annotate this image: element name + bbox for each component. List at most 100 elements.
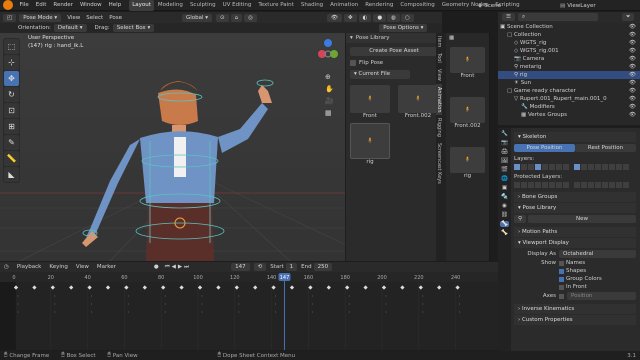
show-shapes-row[interactable]: Shapes [559,268,636,274]
flip-pose-checkbox[interactable]: Flip Pose [350,60,438,66]
layer-toggle[interactable] [514,164,520,170]
visibility-eye-icon[interactable]: 👁 [629,79,636,87]
layer-toggle[interactable] [563,182,569,188]
rotate-tool-icon[interactable]: ↻ [4,87,19,102]
keyframe-diamond[interactable] [69,285,74,290]
move-tool-icon[interactable]: ✥ [4,71,19,86]
outliner-search-icon[interactable]: ⌕ [518,13,598,21]
relax-pose-tool-icon[interactable]: ◣ [4,167,19,182]
snap-icon[interactable]: ⌂ [230,13,243,22]
sidebar-tab-animation[interactable]: Animation [436,83,442,116]
bone-groups-panel-header[interactable]: › Bone Groups [514,192,636,202]
inverse-kinematics-panel-header[interactable]: › Inverse Kinematics [514,304,636,314]
keyframe-diamond[interactable] [289,285,295,290]
workspace-tab-uv-editing[interactable]: UV Editing [219,0,255,11]
visibility-eye-icon[interactable]: 👁 [629,87,636,95]
end-frame-field[interactable]: 250 [313,263,333,271]
outliner-row[interactable]: ▽ Rupert.001_Rupert_main.001_0 👁 [498,95,640,103]
sidebar-tab-view[interactable]: View [436,66,442,84]
keyframe-diamond[interactable] [253,285,258,290]
pose-menu[interactable]: Pose [109,15,122,21]
workspace-tab-shading[interactable]: Shading [297,0,326,11]
view-menu[interactable]: View [67,15,80,21]
visibility-eye-icon[interactable]: 👁 [629,71,636,79]
in-front-row[interactable]: In Front [559,284,636,290]
layer-toggle[interactable] [563,164,569,170]
asset-strip-item[interactable]: 🧍 Front.002 [450,97,485,129]
world-tab-icon[interactable]: 🌐 [501,176,508,182]
rest-position-button[interactable]: Rest Position [575,144,636,152]
shading-material-icon[interactable]: ◍ [387,13,400,22]
layer-toggle[interactable] [602,182,608,188]
workspace-tab-texture-paint[interactable]: Texture Paint [255,0,298,11]
outliner-row[interactable]: ▦ Vertex Groups 👁 [498,111,640,119]
layer-toggle[interactable] [574,164,580,170]
current-frame-field[interactable]: 147 [231,263,250,271]
editor-type-button[interactable]: ◰ [3,13,17,22]
mode-select[interactable]: Pose Mode ▾ [19,13,62,22]
view-layer-selector[interactable]: ▤ ViewLayer [560,0,596,11]
layer-toggle[interactable] [556,164,562,170]
workspace-tab-rendering[interactable]: Rendering [362,0,397,11]
outliner-row[interactable]: ◇ WGTS_rig 👁 [498,39,640,47]
visibility-eye-icon[interactable]: 👁 [629,39,636,47]
layer-toggle[interactable] [542,164,548,170]
keyframe-diamond[interactable] [326,285,331,290]
modifier-tab-icon[interactable]: 🔩 [501,194,508,200]
view-layer-tab-icon[interactable]: 🖼 [501,158,508,164]
measure-tool-icon[interactable]: 📏 [4,151,19,166]
layer-toggle[interactable] [588,164,594,170]
pose-library-header[interactable]: ▾ Pose Library [346,33,442,43]
camera-view-icon[interactable]: 🎥 [325,95,334,107]
keyframe-diamond[interactable] [105,285,111,290]
zoom-icon[interactable]: ⊕ [325,71,334,83]
tool-tab-icon[interactable]: 🔧 [501,131,508,137]
axes-position-field[interactable]: Position [567,292,636,300]
asset-rig[interactable]: 🧍 rig [350,123,390,165]
asset-strip-item[interactable]: 🧍 rig [450,147,485,179]
pose-options-button[interactable]: Pose Options ▾ [379,24,428,32]
sidebar-tab-rigging[interactable]: Rigging [436,115,442,140]
visibility-eye-icon[interactable]: 👁 [629,103,636,111]
start-frame-field[interactable]: 1 [285,263,298,271]
layer-toggle[interactable] [549,164,555,170]
cursor-tool-icon[interactable]: ⊹ [4,55,19,70]
layers-grid[interactable] [514,164,636,170]
layer-toggle[interactable] [574,182,580,188]
visibility-eye-icon[interactable]: 👁 [629,55,636,63]
visibility-eye-icon[interactable]: 👁 [629,111,636,119]
keyframe-diamond[interactable] [234,285,239,290]
gizmo-icon[interactable]: ✥ [343,13,357,22]
display-as-select[interactable]: Octahedral [559,250,636,258]
outliner-row[interactable]: ⚲ metarig 👁 [498,63,640,71]
bone-tab-icon[interactable]: 🦴 [501,230,508,236]
playback-controls[interactable]: ⏮◀▶⏭ [165,264,191,271]
physics-tab-icon[interactable]: ◉ [502,203,507,209]
keyframe-diamond[interactable] [381,285,387,290]
layer-toggle[interactable] [528,164,534,170]
keyframe-diamond[interactable] [400,285,405,290]
keyframe-diamond[interactable] [161,285,166,290]
layer-toggle[interactable] [528,182,534,188]
visibility-eye-icon[interactable]: 👁 [629,23,636,31]
keyframe-diamond[interactable] [32,285,37,290]
workspace-tab-animation[interactable]: Animation [327,0,362,11]
workspace-tab-sculpting[interactable]: Sculpting [186,0,219,11]
outliner-row[interactable]: ▣ Scene Collection 👁 [498,23,640,31]
view-menu-timeline[interactable]: View [76,264,89,270]
new-action-button[interactable]: New [528,215,636,223]
sidebar-tab-tool[interactable]: Tool [436,50,442,66]
layer-toggle[interactable] [623,182,629,188]
layer-toggle[interactable] [535,182,541,188]
keyframe-diamond[interactable] [418,285,423,290]
drag-select[interactable]: Select Box ▾ [112,24,155,32]
keyframe-diamond[interactable] [197,285,203,290]
navigation-gizmo[interactable] [310,37,340,67]
timeline-editor[interactable]: 0 20 40 60 80 100 120 140 160 180 200 220 240 147 [0,262,498,350]
pan-hand-icon[interactable]: ✋ [325,83,334,95]
layer-toggle[interactable] [588,182,594,188]
outliner-row[interactable]: 🔧 Modifiers 👁 [498,103,640,111]
orientation-select[interactable]: Default ▾ [53,24,87,32]
asset-front-002[interactable]: 🧍 Front.002 [398,85,438,119]
timeline-canvas[interactable]: 0 20 40 60 80 100 120 140 160 180 200 220 240 147 [0,262,498,350]
